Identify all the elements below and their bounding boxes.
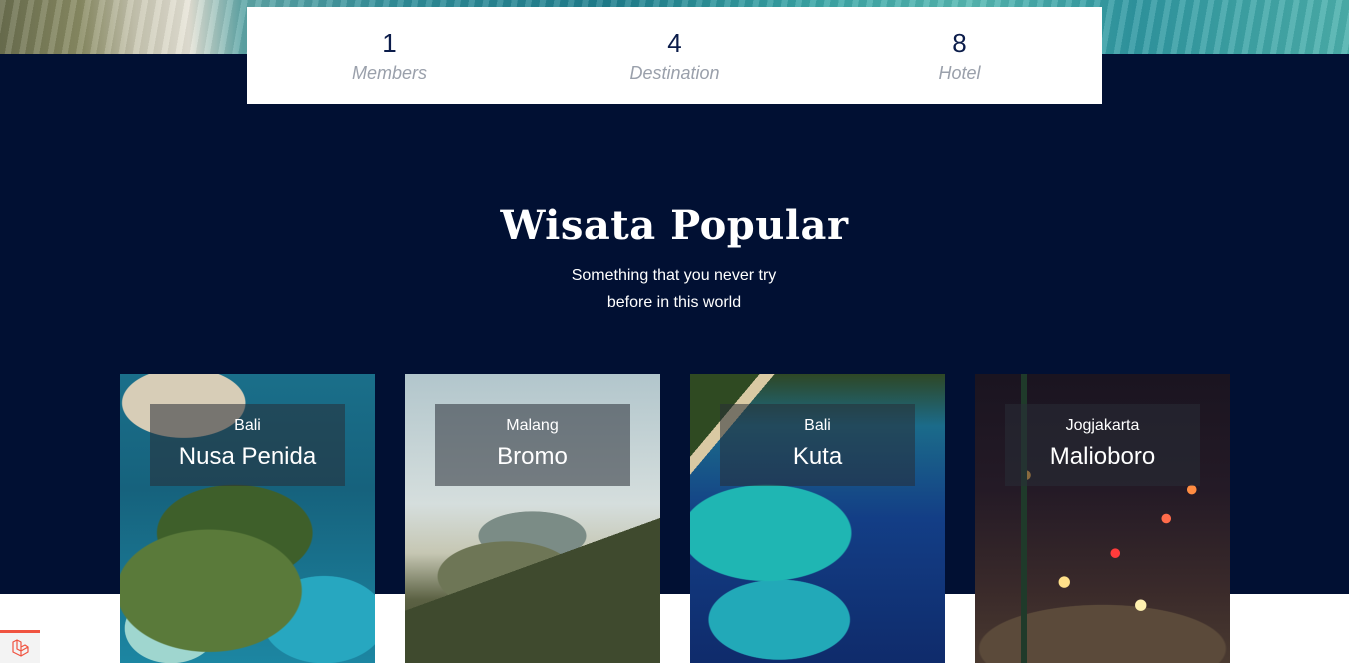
card-title: Nusa Penida	[178, 443, 317, 470]
card-title: Malioboro	[1049, 443, 1156, 470]
card-title: Bromo	[497, 443, 568, 470]
stat-members-label: Members	[351, 62, 427, 83]
card-caption: Bali Kuta	[720, 404, 915, 486]
stat-members-value: 1	[382, 27, 397, 58]
stat-destination-value: 4	[667, 27, 682, 58]
stat-destination-label: Destination	[629, 62, 720, 83]
card-caption: Malang Bromo	[435, 404, 630, 486]
destination-card-kuta[interactable]: Bali Kuta	[690, 374, 945, 663]
stat-hotel-value: 8	[952, 27, 967, 58]
card-region: Bali	[234, 417, 261, 434]
card-region: Bali	[804, 417, 831, 434]
destination-card-bromo[interactable]: Malang Bromo	[405, 374, 660, 663]
card-caption: Jogjakarta Malioboro	[1005, 404, 1200, 486]
section-subtitle-line-2: before in this world	[606, 294, 742, 311]
stat-destination: 4 Destination	[532, 27, 817, 85]
destination-card-malioboro[interactable]: Jogjakarta Malioboro	[975, 374, 1230, 663]
card-region: Malang	[506, 417, 559, 434]
section-subtitle: Something that you never try before in t…	[524, 262, 824, 316]
stat-members: 1 Members	[247, 27, 532, 85]
section-title: Wisata Popular	[500, 202, 849, 249]
laravel-logo-icon-glyph	[12, 639, 29, 657]
stat-hotel-label: Hotel	[938, 62, 981, 83]
stats-panel: 1 Members 4 Destination 8 Hotel	[247, 7, 1102, 104]
card-title: Kuta	[792, 443, 843, 470]
section-subtitle-line-1: Something that you never try	[571, 267, 777, 284]
stat-hotel: 8 Hotel	[817, 27, 1102, 85]
laravel-logo-icon[interactable]	[0, 630, 40, 663]
card-region: Jogjakarta	[1065, 417, 1140, 434]
card-caption: Bali Nusa Penida	[150, 404, 345, 486]
destination-card-nusa-penida[interactable]: Bali Nusa Penida	[120, 374, 375, 663]
